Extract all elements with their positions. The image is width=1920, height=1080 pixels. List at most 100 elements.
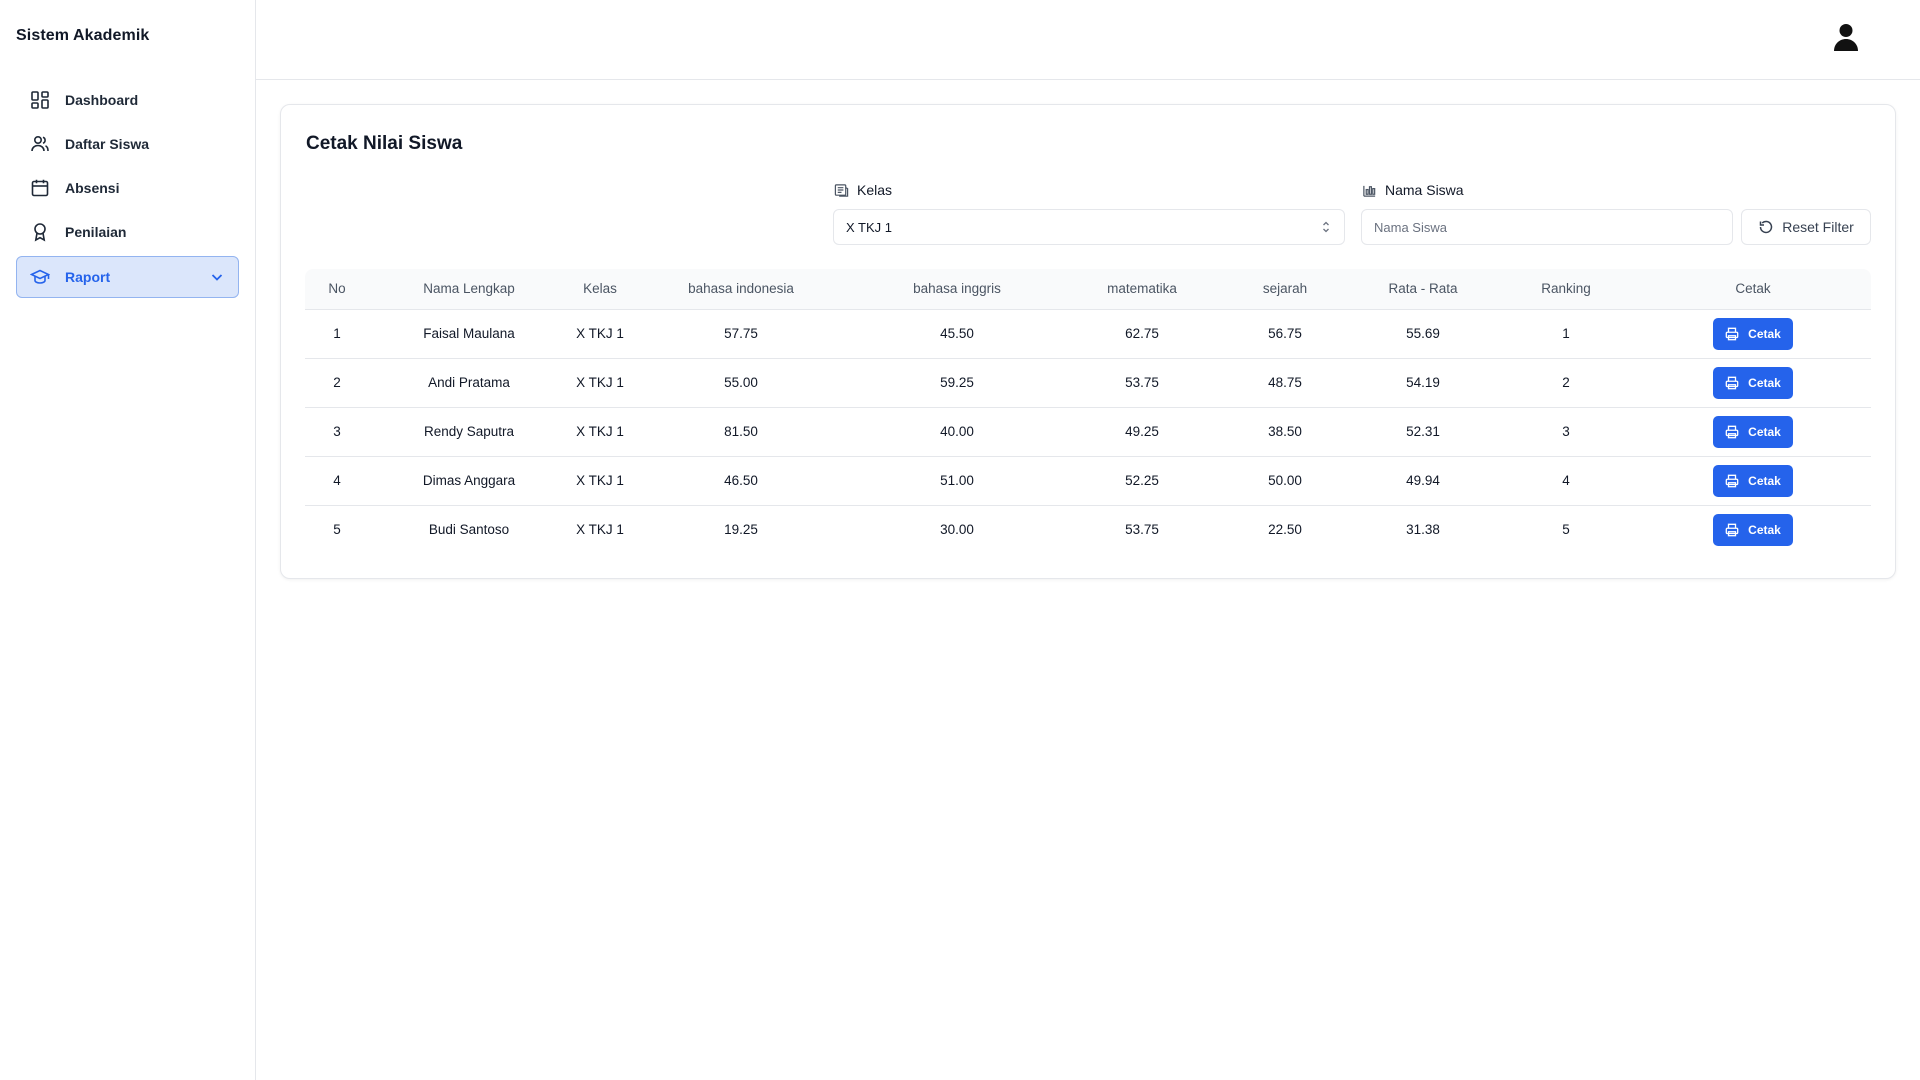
table-row: 1 Faisal Maulana X TKJ 1 57.75 45.50 62.75 56.… <box>305 309 1871 358</box>
cetak-button[interactable]: Cetak <box>1713 513 1793 546</box>
table-cell: Andi Pratama <box>428 375 510 390</box>
topbar <box>256 0 1920 80</box>
column-header: Ranking <box>1541 281 1591 297</box>
sidebar-item-dashboard[interactable]: Dashboard <box>16 80 239 120</box>
column-header: Kelas <box>583 281 617 297</box>
table-cell: 4 <box>333 473 341 488</box>
sidebar-item-daftar-siswa[interactable]: Daftar Siswa <box>16 124 239 164</box>
table-cell-action: Cetak <box>1635 456 1871 505</box>
cetak-button-label: Cetak <box>1748 326 1781 341</box>
reset-filter-button[interactable]: Reset Filter <box>1741 209 1871 245</box>
table-cell: 49.94 <box>1406 473 1440 488</box>
cetak-button[interactable]: Cetak <box>1713 317 1793 350</box>
nama-filter-label: Nama Siswa <box>1361 182 1464 198</box>
table-cell: 40.00 <box>940 424 974 439</box>
printer-icon <box>1725 326 1741 342</box>
table-cell-action: Cetak <box>1635 309 1871 358</box>
table-cell: 30.00 <box>940 522 974 538</box>
column-header: Rata - Rata <box>1388 281 1458 297</box>
table-row: 4 Dimas Anggara X TKJ 1 46.50 51.00 52.25 50.0… <box>305 456 1871 505</box>
table-cell: 50.00 <box>1268 473 1302 488</box>
table-cell: 31.38 <box>1406 522 1440 538</box>
cetak-button-label: Cetak <box>1748 375 1781 390</box>
table-cell: Rendy Saputra <box>423 424 515 439</box>
cetak-nilai-card: Cetak Nilai Siswa Kelas Nama Siswa X TKJ… <box>280 104 1896 579</box>
kelas-filter-label: Kelas <box>833 182 892 198</box>
table-cell: 3 <box>333 424 341 439</box>
table-cell: 53.75 <box>1125 522 1159 538</box>
cetak-button-label: Cetak <box>1748 473 1781 488</box>
column-header: matematika <box>1107 281 1177 297</box>
column-header: Cetak <box>1735 281 1771 297</box>
table-cell: 2 <box>333 375 341 390</box>
class-icon <box>833 182 849 198</box>
refresh-icon <box>1758 219 1774 235</box>
table-cell-action: Cetak <box>1635 505 1871 554</box>
column-header: bahasa inggris <box>913 281 1001 297</box>
kelas-select[interactable]: X TKJ 1 <box>833 209 1345 245</box>
table-cell: 19.25 <box>724 522 758 538</box>
table-cell: 1 <box>333 326 341 341</box>
table-cell: 56.75 <box>1268 326 1302 341</box>
chevron-down-icon[interactable] <box>208 268 226 286</box>
nilai-table: No Nama Lengkap Kelas bahasa indonesia bahas… <box>305 269 1871 554</box>
table-cell: 81.50 <box>724 424 758 439</box>
calendar-icon <box>29 177 51 199</box>
column-header: sejarah <box>1262 281 1308 297</box>
table-cell: 3 <box>1562 424 1570 439</box>
table-cell: 22.50 <box>1268 522 1302 538</box>
sidebar-item-penilaian[interactable]: Penilaian <box>16 212 239 252</box>
table-cell: 54.19 <box>1406 375 1440 390</box>
table-cell: 2 <box>1562 375 1570 390</box>
page-title: Cetak Nilai Siswa <box>306 133 463 154</box>
table-row: 5 Budi Santoso X TKJ 1 19.25 30.00 53.75 22.50… <box>305 505 1871 554</box>
user-avatar-icon[interactable] <box>1832 22 1860 52</box>
cetak-button[interactable]: Cetak <box>1713 415 1793 448</box>
table-cell: 55.69 <box>1406 326 1440 341</box>
table-cell: 48.75 <box>1268 375 1302 390</box>
table-cell: 52.25 <box>1125 473 1159 488</box>
table-cell: 49.25 <box>1125 424 1159 439</box>
table-cell: 51.00 <box>940 473 974 488</box>
table-cell: Budi Santoso <box>428 522 510 538</box>
sidebar-item-absensi[interactable]: Absensi <box>16 168 239 208</box>
award-icon <box>29 221 51 243</box>
table-cell: 1 <box>1562 326 1570 341</box>
table-cell: Dimas Anggara <box>422 473 516 488</box>
table-cell: X TKJ 1 <box>576 424 624 439</box>
table-cell: X TKJ 1 <box>576 473 624 488</box>
column-header: bahasa indonesia <box>688 281 794 297</box>
student-list-icon <box>1361 182 1377 198</box>
chevron-up-down-icon <box>1320 220 1332 234</box>
table-cell: 4 <box>1562 473 1570 488</box>
table-cell: X TKJ 1 <box>576 326 624 341</box>
printer-icon <box>1725 473 1741 489</box>
sidebar-item-label: Raport <box>65 269 111 285</box>
table-cell-action: Cetak <box>1635 358 1871 407</box>
sidebar-item-raport[interactable]: Raport <box>16 256 239 298</box>
dashboard-grid-icon <box>29 89 51 111</box>
printer-icon <box>1725 522 1741 538</box>
table-cell: 52.31 <box>1406 424 1440 439</box>
table-cell: 5 <box>1562 522 1570 538</box>
sidebar: Sistem Akademik Dashboard Daftar Siswa A… <box>0 0 256 1080</box>
table-cell-action: Cetak <box>1635 407 1871 456</box>
table-cell: 55.00 <box>724 375 758 390</box>
graduation-cap-icon <box>29 266 51 288</box>
table-cell: X TKJ 1 <box>576 375 624 390</box>
kelas-select-value: X TKJ 1 <box>846 219 893 235</box>
cetak-button-label: Cetak <box>1748 424 1781 439</box>
app-title: Sistem Akademik <box>16 27 150 44</box>
nama-siswa-input[interactable] <box>1361 209 1733 245</box>
table-cell: 45.50 <box>940 326 974 341</box>
table-row: 2 Andi Pratama X TKJ 1 55.00 59.25 53.75 48.75… <box>305 358 1871 407</box>
reset-filter-label: Reset Filter <box>1782 219 1854 235</box>
cetak-button[interactable]: Cetak <box>1713 464 1793 497</box>
table-cell: 46.50 <box>724 473 758 488</box>
cetak-button[interactable]: Cetak <box>1713 366 1793 399</box>
table-cell: 57.75 <box>724 326 758 341</box>
table-cell: 62.75 <box>1125 326 1159 341</box>
sidebar-item-label: Absensi <box>65 180 120 196</box>
printer-icon <box>1725 375 1741 391</box>
column-header: Nama Lengkap <box>423 281 515 297</box>
